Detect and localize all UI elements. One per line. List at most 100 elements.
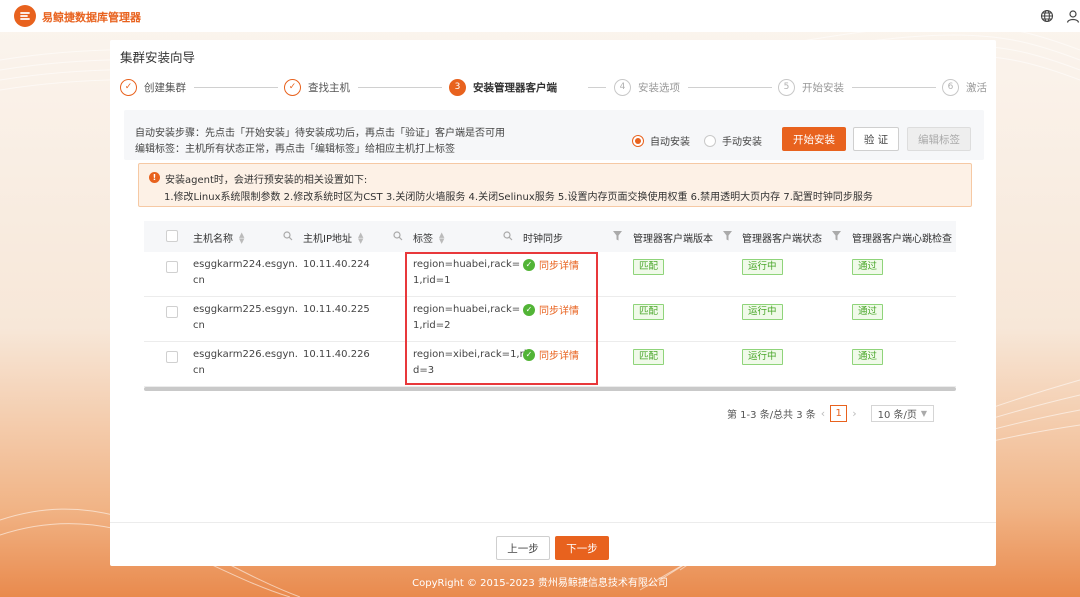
step-connector [688,87,772,88]
step-label: 查找主机 [308,81,350,94]
step-label: 安装管理器客户端 [473,81,557,94]
row-checkbox[interactable] [166,261,178,273]
hostname-line: cn [193,275,205,286]
col-ip[interactable]: 主机IP地址 ▲ ▼ [303,230,363,245]
sort-icon[interactable]: ▲ ▼ [358,231,363,244]
status-badge: 运行中 [742,259,783,275]
sort-icon[interactable]: ▲ ▼ [439,231,444,244]
select-all-checkbox[interactable] [166,230,178,242]
step-start-install: 5 开始安装 [778,76,844,98]
hostname-cell: esggkarm226.esgyn. cn [193,347,298,379]
heartbeat-badge: 通过 [852,304,884,320]
instruction-auto-install: 自动安装步骤：先点击「开始安装」待安装成功后，再点击「验证」客户端是否可用 [135,128,505,139]
search-icon[interactable] [503,231,513,241]
install-mode-radio-group: 自动安装 手动安装 [632,133,776,148]
step-label: 开始安装 [802,81,844,94]
verify-button[interactable]: 验 证 [853,127,899,151]
notice-body: 1.修改Linux系统限制参数 2.修改系统时区为CST 3.关闭防火墙服务 4… [164,192,873,203]
status-badge: 运行中 [742,304,783,320]
row-checkbox[interactable] [166,306,178,318]
user-icon[interactable] [1066,9,1080,23]
check-icon: ✓ [284,78,301,96]
step-install-client: 3 安装管理器客户端 [449,76,557,98]
step-create-cluster: ✓ 创建集群 [120,76,186,98]
hostname-cell: esggkarm224.esgyn. cn [193,257,298,289]
hostname-line: cn [193,365,205,376]
step-connector [852,87,936,88]
filter-icon[interactable] [613,231,622,241]
radio-manual-install[interactable] [704,134,716,147]
pagination: 第 1-3 条/总共 3 条 ‹ 1 › 10 条/页 ▼ [727,405,935,422]
search-icon[interactable] [393,231,403,241]
step-activate: 6 激活 [942,76,987,98]
heartbeat-badge: 通过 [852,349,884,365]
row-checkbox[interactable] [166,351,178,363]
chevron-left-icon[interactable]: ‹ [821,407,825,420]
ip-cell: 10.11.40.226 [303,349,370,360]
prev-step-button[interactable]: 上一步 [496,536,550,560]
check-icon: ✓ [120,78,137,96]
sort-icon[interactable]: ▲ ▼ [239,231,244,244]
radio-auto-install[interactable] [632,134,644,147]
version-badge: 匹配 [633,304,665,320]
col-client-status-label: 管理器客户端状态 [742,234,822,245]
edit-tags-button[interactable]: 编辑标签 [907,127,971,151]
instruction-edit-tags: 编辑标签：主机所有状态正常，再点击「编辑标签」给相应主机打上标签 [135,144,455,155]
top-bar: 易鲸捷数据库管理器 [0,0,1080,32]
hostname-line: esggkarm224.esgyn. [193,259,298,270]
version-badge: 匹配 [633,259,665,275]
col-heartbeat: 管理器客户端心跳检查 [852,230,952,245]
step-label: 激活 [966,81,987,94]
preinstall-notice: ! 安装agent时，会进行预安装的相关设置如下: 1.修改Linux系统限制参… [138,163,972,207]
filter-icon[interactable] [832,231,841,241]
step-number: 4 [614,78,631,96]
heartbeat-badge: 通过 [852,259,884,275]
search-icon[interactable] [283,231,293,241]
filter-icon[interactable] [723,231,732,241]
hostname-line: cn [193,320,205,331]
notice-title: 安装agent时，会进行预安装的相关设置如下: [165,175,368,186]
step-connector [588,87,606,88]
step-label: 安装选项 [638,81,680,94]
start-install-button[interactable]: 开始安装 [782,127,846,151]
page-size-select[interactable]: 10 条/页 ▼ [870,405,935,422]
step-find-hosts: ✓ 查找主机 [284,76,350,98]
ip-cell: 10.11.40.224 [303,259,370,270]
wizard-steps: ✓ 创建集群 ✓ 查找主机 3 安装管理器客户端 4 安装选项 5 开始安装 6… [110,76,996,98]
col-hostname[interactable]: 主机名称 ▲ ▼ [193,230,244,245]
app-logo-icon [14,5,36,27]
step-connector [358,87,442,88]
page-number-current[interactable]: 1 [830,405,848,422]
footer-divider [110,522,996,523]
chevron-right-icon[interactable]: › [852,407,856,420]
next-step-button[interactable]: 下一步 [555,536,609,560]
step-number: 5 [778,78,795,96]
step-install-options: 4 安装选项 [614,76,680,98]
page-size-value: 10 条/页 [877,410,917,421]
chevron-down-icon: ▼ [920,409,928,418]
radio-manual-label[interactable]: 手动安装 [722,133,762,148]
col-tags[interactable]: 标签 ▲ ▼ [413,230,444,245]
hostname-line: esggkarm226.esgyn. [193,349,298,360]
col-client-version: 管理器客户端版本 [633,230,713,245]
step-number: 3 [449,78,466,96]
table-horizontal-scrollbar[interactable] [144,387,956,391]
col-client-status: 管理器客户端状态 [742,230,822,245]
warning-icon: ! [149,172,160,183]
copyright: CopyRight © 2015-2023 贵州易鲸捷信息技术有限公司 [412,578,668,589]
instruction-panel: 自动安装步骤：先点击「开始安装」待安装成功后，再点击「验证」客户端是否可用 编辑… [124,110,984,160]
step-connector [194,87,278,88]
hostname-cell: esggkarm225.esgyn. cn [193,302,298,334]
col-hostname-label: 主机名称 [193,234,233,245]
table-header: 主机名称 ▲ ▼ 主机IP地址 ▲ ▼ 标签 ▲ ▼ 时钟同步 管理器客户端版本… [144,221,956,252]
ip-cell: 10.11.40.225 [303,304,370,315]
col-clock-sync: 时钟同步 [523,230,563,245]
status-badge: 运行中 [742,349,783,365]
col-tags-label: 标签 [413,234,433,245]
highlight-box [405,252,598,385]
globe-icon[interactable] [1040,9,1054,23]
version-badge: 匹配 [633,349,665,365]
col-ip-label: 主机IP地址 [303,234,352,245]
radio-auto-label[interactable]: 自动安装 [650,133,690,148]
pagination-summary: 第 1-3 条/总共 3 条 [727,410,816,421]
